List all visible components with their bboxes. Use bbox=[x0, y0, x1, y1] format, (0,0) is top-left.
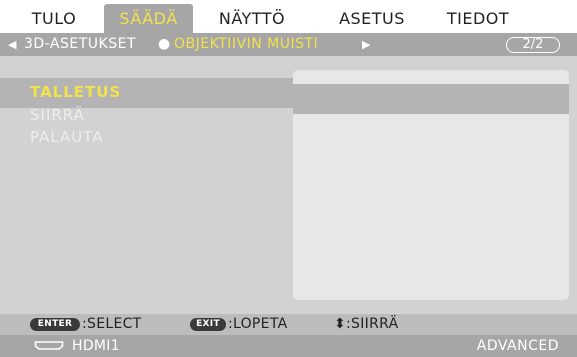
breadcrumb-3d-settings[interactable]: 3D-ASETUKSET bbox=[24, 36, 136, 53]
tab-tulo[interactable]: TULO bbox=[18, 4, 90, 33]
menu-tab-bar: TULO SÄÄDÄ NÄYTTÖ ASETUS TIEDOT bbox=[0, 0, 577, 33]
exit-key-icon: EXIT bbox=[190, 318, 226, 331]
tab-asetus[interactable]: ASETUS bbox=[332, 4, 412, 33]
value-panel bbox=[293, 70, 569, 300]
right-arrow-icon[interactable]: ▶ bbox=[362, 36, 370, 53]
value-panel-highlight bbox=[293, 84, 569, 114]
menu-item-siirra[interactable]: SIIRRÄ bbox=[30, 106, 85, 124]
input-source: HDMI1 bbox=[72, 338, 120, 354]
status-footer: HDMI1 ADVANCED bbox=[0, 335, 577, 357]
tab-naytto[interactable]: NÄYTTÖ bbox=[208, 4, 296, 33]
tab-tiedot[interactable]: TIEDOT bbox=[440, 4, 516, 33]
left-arrow-icon[interactable]: ◀ bbox=[8, 36, 16, 53]
enter-key-icon: ENTER bbox=[30, 318, 80, 331]
separator-dot-icon: ● bbox=[158, 36, 171, 52]
menu-mode: ADVANCED bbox=[476, 338, 559, 354]
menu-item-talletus[interactable]: TALLETUS bbox=[30, 83, 121, 101]
page-indicator: 2/2 bbox=[506, 37, 560, 53]
help-bar: ENTER :SELECT EXIT :LOPETA ⬍:SIIRRÄ bbox=[0, 314, 577, 335]
help-exit: :LOPETA bbox=[228, 316, 288, 332]
menu-item-palauta[interactable]: PALAUTA bbox=[30, 128, 104, 146]
projector-osd: TULO SÄÄDÄ NÄYTTÖ ASETUS TIEDOT ◀ 3D-ASE… bbox=[0, 0, 577, 357]
tab-saada[interactable]: SÄÄDÄ bbox=[104, 4, 193, 33]
breadcrumb-lens-memory[interactable]: OBJEKTIIVIN MUISTI bbox=[174, 36, 318, 53]
help-select: :SELECT bbox=[82, 316, 142, 332]
menu-panel: TALLETUS SIIRRÄ PALAUTA bbox=[0, 56, 577, 314]
submenu-header: ◀ 3D-ASETUKSET ● OBJEKTIIVIN MUISTI ▶ 2/… bbox=[0, 33, 577, 56]
help-move: ⬍:SIIRRÄ bbox=[334, 316, 399, 332]
hdmi-connector-icon bbox=[34, 341, 64, 350]
